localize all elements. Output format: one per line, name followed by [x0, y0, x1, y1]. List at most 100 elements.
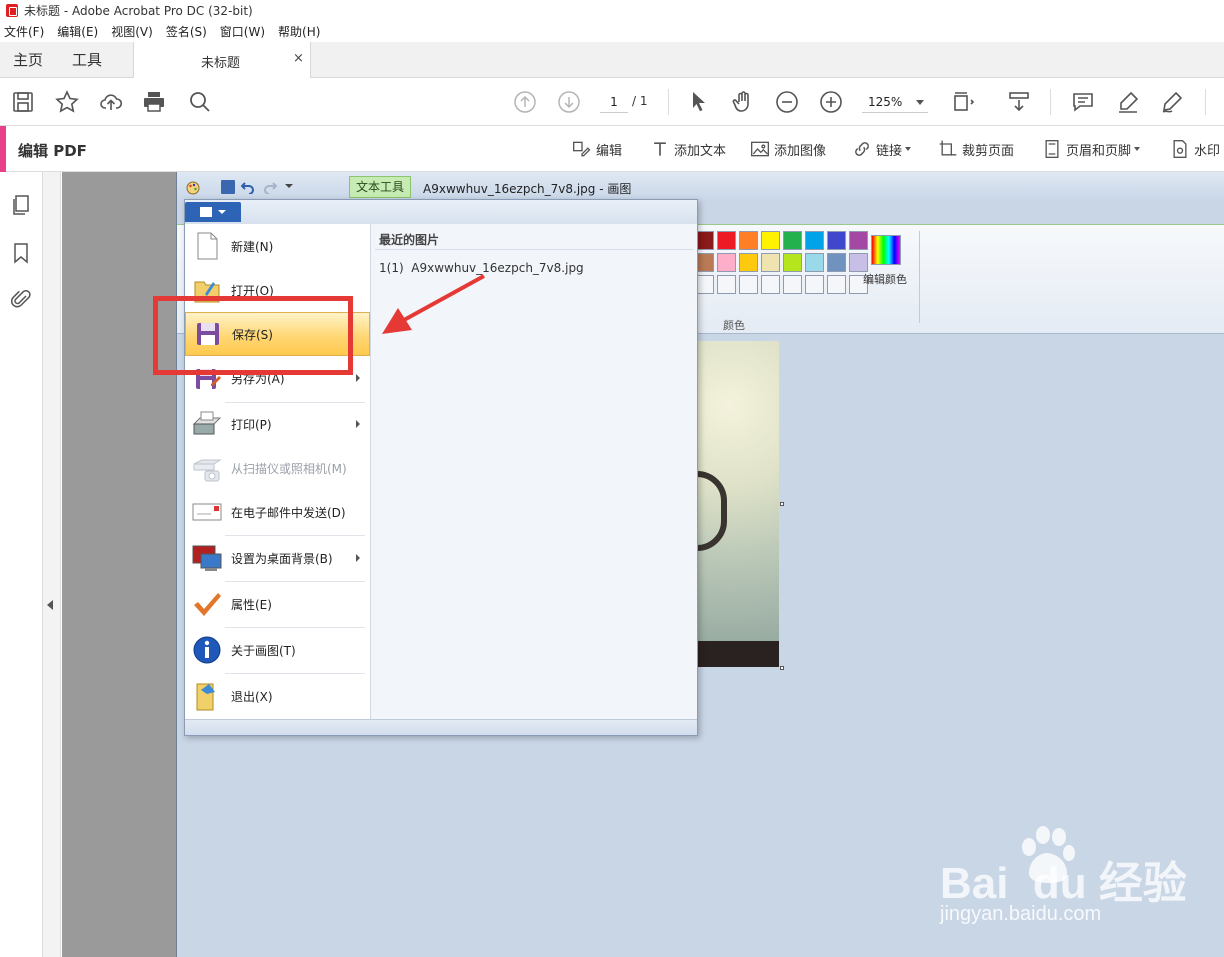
zoom-out-icon[interactable]	[775, 90, 799, 114]
highlighter-icon[interactable]	[1116, 90, 1140, 114]
menu-item-exit[interactable]: 退出(X)	[185, 674, 370, 718]
empty-color-swatch[interactable]	[717, 275, 736, 294]
recent-pictures-header: 最近的图片	[379, 233, 440, 247]
attachment-paperclip-icon[interactable]	[10, 288, 32, 310]
empty-color-swatch[interactable]	[761, 275, 780, 294]
header-footer-button[interactable]: 页眉和页脚	[1042, 138, 1141, 160]
color-swatch[interactable]	[761, 253, 780, 272]
menu-edit[interactable]: 编辑(E)	[57, 23, 98, 40]
add-text-button[interactable]: 添加文本	[650, 138, 726, 160]
menubar: 文件(F) 编辑(E) 视图(V) 签名(S) 窗口(W) 帮助(H)	[0, 21, 1224, 42]
hand-tool-icon[interactable]	[731, 90, 755, 114]
menu-sign[interactable]: 签名(S)	[166, 23, 207, 40]
color-swatch[interactable]	[827, 253, 846, 272]
color-swatch[interactable]	[849, 253, 868, 272]
link-button[interactable]: 链接	[852, 138, 912, 160]
edit-colors-icon[interactable]	[871, 235, 901, 265]
zoom-level-select[interactable]: 125%	[862, 91, 928, 113]
color-swatch[interactable]	[827, 231, 846, 250]
sign-pen-icon[interactable]	[1160, 90, 1184, 114]
watermark-label: 水印	[1194, 143, 1221, 159]
star-icon[interactable]	[55, 90, 79, 114]
color-swatch[interactable]	[849, 231, 868, 250]
edit-pdf-title: 编辑 PDF	[18, 142, 87, 160]
select-pointer-icon[interactable]	[687, 90, 711, 114]
edit-pdf-accent	[0, 126, 6, 172]
crop-icon	[939, 140, 957, 156]
empty-color-swatch[interactable]	[739, 275, 758, 294]
edit-tool-button[interactable]: 编辑	[572, 138, 622, 160]
submenu-arrow-icon	[356, 374, 360, 382]
resize-handle[interactable]	[780, 502, 784, 506]
menu-view[interactable]: 视图(V)	[111, 23, 153, 40]
resize-handle[interactable]	[780, 666, 784, 670]
color-swatch[interactable]	[717, 231, 736, 250]
collapse-arrow-icon[interactable]	[47, 600, 53, 610]
paint-file-menu-button[interactable]	[185, 202, 241, 222]
edit-colors-label[interactable]: 编辑颜色	[863, 271, 907, 287]
comment-icon[interactable]	[1071, 90, 1095, 114]
edit-icon	[573, 141, 591, 157]
header-footer-label: 页眉和页脚	[1066, 143, 1132, 159]
color-swatch[interactable]	[717, 253, 736, 272]
customize-qat-icon[interactable]	[285, 184, 293, 188]
menu-item-about-paint[interactable]: 关于画图(T)	[185, 628, 370, 672]
color-swatch[interactable]	[739, 253, 758, 272]
menu-window[interactable]: 窗口(W)	[220, 23, 265, 40]
search-zoom-icon[interactable]	[188, 90, 212, 114]
page-fit-icon[interactable]	[951, 90, 975, 114]
color-swatch[interactable]	[805, 231, 824, 250]
undo-icon[interactable]	[240, 180, 255, 195]
menu-item-from-scanner[interactable]: 从扫描仪或照相机(M)	[185, 446, 370, 490]
colors-group-label: 颜色	[723, 319, 745, 332]
empty-color-swatch[interactable]	[827, 275, 846, 294]
save-icon[interactable]	[11, 90, 35, 114]
quick-save-icon[interactable]	[221, 180, 235, 194]
empty-color-swatch[interactable]	[783, 275, 802, 294]
file-menu-footer	[185, 719, 697, 735]
tab-tools[interactable]: 工具	[72, 42, 102, 78]
scroll-mode-icon[interactable]	[1007, 90, 1031, 114]
close-tab-icon[interactable]: ×	[293, 51, 304, 66]
redo-icon[interactable]	[263, 180, 278, 195]
tab-document-label: 未标题	[201, 56, 241, 71]
paint-app-icon	[185, 180, 201, 196]
tab-document[interactable]: 未标题 ×	[133, 42, 311, 79]
tab-home[interactable]: 主页	[13, 42, 43, 78]
submenu-arrow-icon	[356, 554, 360, 562]
upload-cloud-icon[interactable]	[99, 90, 123, 114]
menu-item-print[interactable]: 打印(P)	[185, 402, 370, 446]
empty-color-swatch[interactable]	[805, 275, 824, 294]
add-image-button[interactable]: 添加图像	[750, 138, 826, 160]
canvas-image-heart-shape	[697, 471, 727, 551]
text-t-icon	[654, 142, 666, 156]
toolbar-divider	[1205, 89, 1206, 115]
header-footer-icon	[1045, 140, 1059, 158]
color-swatch[interactable]	[783, 231, 802, 250]
page-number-input[interactable]: 1	[600, 91, 628, 113]
menu-file[interactable]: 文件(F)	[4, 23, 44, 40]
menu-item-properties[interactable]: 属性(E)	[185, 582, 370, 626]
menu-item-set-desktop-background[interactable]: 设置为桌面背景(B)	[185, 536, 370, 580]
page-up-icon[interactable]	[513, 90, 537, 114]
exit-icon	[191, 680, 223, 712]
email-icon	[191, 496, 223, 528]
recent-header-divider	[375, 249, 693, 250]
color-swatch[interactable]	[761, 231, 780, 250]
watermark-button[interactable]: 水印	[1170, 138, 1220, 160]
print-icon[interactable]	[142, 90, 166, 114]
menu-item-send-email[interactable]: 在电子邮件中发送(D)	[185, 490, 370, 534]
color-swatch[interactable]	[805, 253, 824, 272]
canvas-image[interactable]	[697, 341, 779, 667]
zoom-in-icon[interactable]	[819, 90, 843, 114]
menu-item-label: 设置为桌面背景(B)	[231, 551, 333, 566]
color-swatch[interactable]	[783, 253, 802, 272]
text-tools-context-tab[interactable]: 文本工具	[349, 176, 412, 198]
menu-help[interactable]: 帮助(H)	[278, 23, 320, 40]
color-swatch[interactable]	[739, 231, 758, 250]
bookmark-icon[interactable]	[10, 242, 32, 264]
crop-page-button[interactable]: 裁剪页面	[938, 138, 1014, 160]
menu-item-new[interactable]: 新建(N)	[185, 224, 370, 268]
pages-thumbnail-icon[interactable]	[10, 194, 32, 216]
page-down-icon[interactable]	[557, 90, 581, 114]
